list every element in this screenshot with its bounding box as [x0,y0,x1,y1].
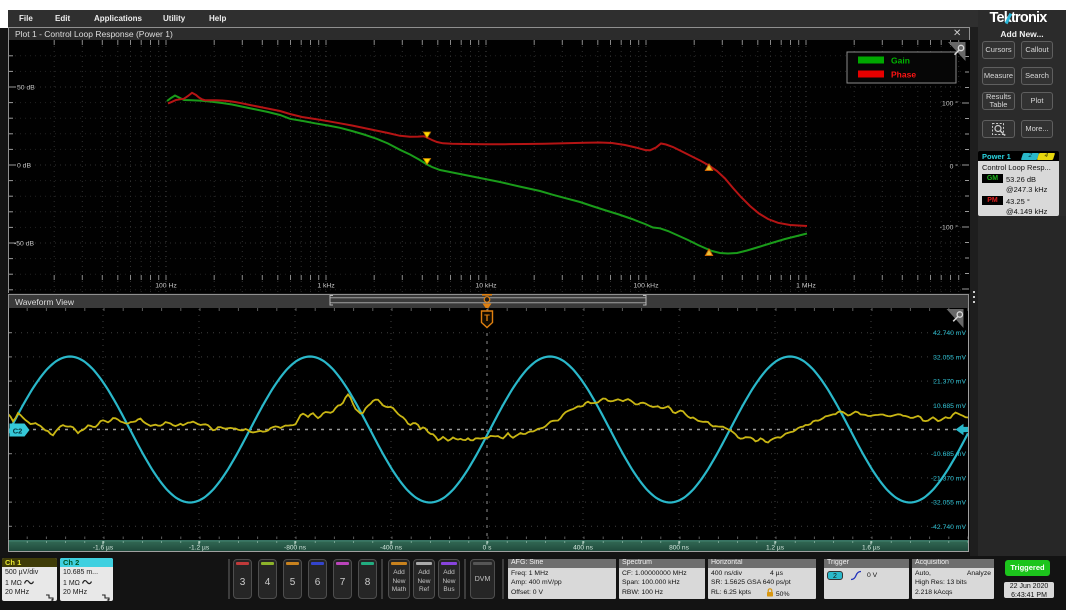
svg-text:1 kHz: 1 kHz [317,283,335,290]
svg-text:100 Hz: 100 Hz [155,283,177,290]
svg-text:10.685 mV: 10.685 mV [933,403,966,410]
svg-text:1 MHz: 1 MHz [796,283,816,290]
svg-text:-1.6 µs: -1.6 µs [93,544,114,551]
svg-text:0 °: 0 ° [950,163,959,171]
svg-text:-50 dB: -50 dB [14,241,34,248]
svg-text:-42.740 mV: -42.740 mV [931,524,967,531]
svg-text:42.740 mV: 42.740 mV [933,330,966,337]
svg-text:-21.370 mV: -21.370 mV [931,475,967,482]
svg-text:1.6 µs: 1.6 µs [862,544,881,551]
svg-text:-32.055 mV: -32.055 mV [931,500,967,507]
svg-text:100 kHz: 100 kHz [634,283,660,290]
svg-text:0 s: 0 s [483,544,492,551]
svg-text:0 dB: 0 dB [17,163,31,170]
svg-text:Gain: Gain [891,56,910,66]
svg-text:-100 °: -100 ° [940,224,958,232]
svg-text:-1.2 µs: -1.2 µs [189,544,210,551]
svg-text:32.055 mV: 32.055 mV [933,354,966,361]
svg-text:-400 ns: -400 ns [380,544,403,551]
svg-text:800 ns: 800 ns [669,544,690,551]
svg-text:1.2 µs: 1.2 µs [766,544,785,551]
svg-text:50 dB: 50 dB [17,85,35,92]
svg-text:100 °: 100 ° [942,100,958,108]
svg-text:-800 ns: -800 ns [284,544,307,551]
svg-text:Phase: Phase [891,70,916,80]
svg-text:C2: C2 [13,426,23,435]
svg-text:10 kHz: 10 kHz [475,283,497,290]
svg-text:400 ns: 400 ns [573,544,594,551]
svg-text:21.370 mV: 21.370 mV [933,379,966,386]
svg-text:-10.685 mV: -10.685 mV [931,451,967,458]
svg-text:T: T [484,313,490,323]
